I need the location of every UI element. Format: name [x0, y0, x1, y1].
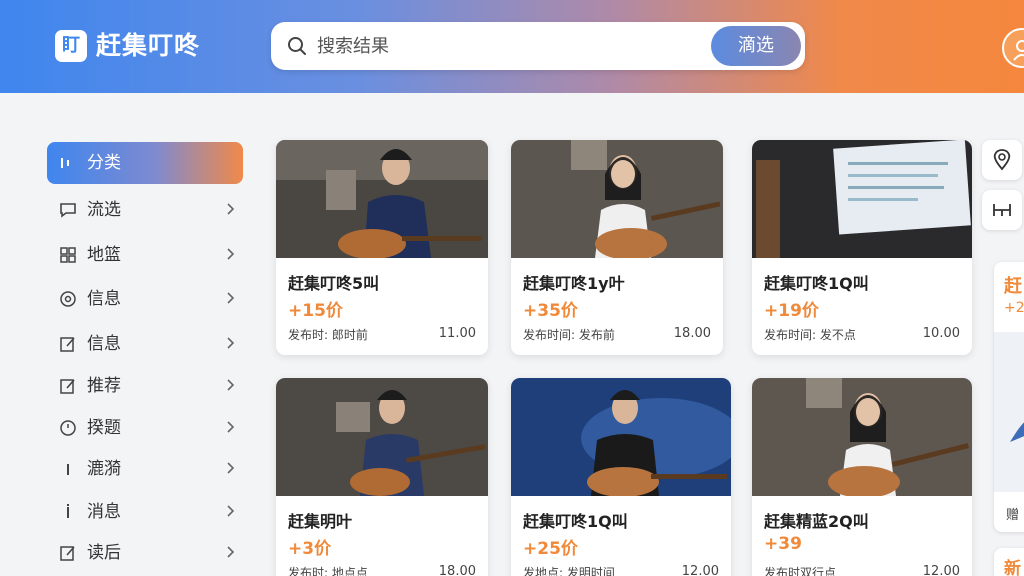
- listing-price: +19价: [764, 301, 819, 321]
- chevron-right-icon: [227, 462, 235, 474]
- search-bar: 滴选: [271, 22, 805, 70]
- apps-icon: [60, 247, 76, 263]
- listing-price: +3价: [288, 539, 332, 559]
- listing-price: +39: [764, 534, 802, 554]
- app-title: 赶集叮咚: [96, 31, 201, 60]
- clock-icon: [60, 420, 76, 436]
- chat-icon: [60, 203, 76, 218]
- listing-title: 赶集叮咚1Q叫: [523, 512, 628, 531]
- sidebar-item-label: 信息: [87, 289, 121, 309]
- sidebar-item-recommend[interactable]: 推荐: [47, 365, 243, 407]
- listing-amount: 11.00: [438, 326, 476, 341]
- listing-photo: [276, 378, 488, 496]
- listing-price: +25价: [523, 539, 578, 559]
- layout-button[interactable]: [982, 190, 1022, 230]
- sidebar-item-label: 地篮: [87, 245, 121, 265]
- listing-amount: 12.00: [922, 564, 960, 576]
- bar-icon: [67, 464, 69, 475]
- app-logo-icon: 盯: [55, 30, 87, 62]
- location-user-icon: [1013, 40, 1024, 61]
- sidebar-item-after[interactable]: 读后: [47, 532, 243, 574]
- chevron-right-icon: [227, 203, 235, 215]
- edit-icon: [60, 546, 75, 561]
- sidebar-item-info-2[interactable]: 信息: [47, 323, 243, 365]
- sidebar-item-topics[interactable]: 揆题: [47, 407, 243, 449]
- chevron-right-icon: [227, 248, 235, 260]
- chevron-right-icon: [227, 505, 235, 517]
- listing-card[interactable]: 赶集明叶 +3价 发布时: 地点点 18.00: [276, 378, 488, 576]
- side-listing-label: 新: [1004, 559, 1021, 576]
- listing-photo: [752, 378, 972, 496]
- search-icon: [288, 37, 306, 55]
- listing-photo: [511, 140, 723, 258]
- chevron-right-icon: [227, 379, 235, 391]
- sidebar-item-category[interactable]: 分类: [47, 142, 243, 184]
- listing-meta: 发地点: 发明时间: [523, 566, 615, 576]
- listing-title: 赶集明叶: [288, 512, 353, 531]
- user-avatar-button[interactable]: [1002, 28, 1024, 68]
- sidebar-item-label: 漉漪: [87, 459, 121, 479]
- sidebar-item-info[interactable]: 信息: [47, 278, 243, 320]
- sidebar-item-label: 信息: [87, 334, 121, 354]
- filter-button[interactable]: 滴选: [711, 26, 801, 66]
- listing-amount: 10.00: [922, 326, 960, 341]
- chevron-right-icon: [227, 337, 235, 349]
- side-listing-label: 赠: [1006, 508, 1020, 523]
- location-pin-icon: [993, 149, 1011, 171]
- sidebar-item-label: 分类: [87, 153, 121, 173]
- search-input[interactable]: [317, 31, 697, 61]
- listing-meta: 发布时间: 发布前: [523, 328, 615, 342]
- sidebar-item-messages[interactable]: 消息: [47, 491, 243, 533]
- sidebar-item-label: 流选: [87, 200, 121, 220]
- listing-price: +35价: [523, 301, 578, 321]
- side-listing-card[interactable]: 新: [994, 548, 1024, 576]
- edit-icon: [60, 337, 75, 352]
- listing-photo: [752, 140, 972, 258]
- listing-card[interactable]: 赶集叮咚1Q叫 +25价 发地点: 发明时间 12.00: [511, 378, 731, 576]
- listing-amount: 18.00: [673, 326, 711, 341]
- search-circle-icon: [60, 291, 76, 307]
- edit-icon: [60, 379, 75, 394]
- listing-amount: 18.00: [438, 564, 476, 576]
- listing-meta: 发布时双行点: [764, 566, 837, 576]
- sidebar-item-label: 推荐: [87, 376, 121, 396]
- sidebar-item-label: 读后: [87, 543, 121, 563]
- listing-price: +15价: [288, 301, 343, 321]
- listing-meta: 发布时: 地点点: [288, 566, 368, 576]
- listing-meta: 发布时: 郎时前: [288, 328, 368, 342]
- top-header: 盯 赶集叮咚 滴选: [0, 0, 1024, 93]
- sidebar-item-label: 消息: [87, 502, 121, 522]
- side-listing-photo: [994, 332, 1024, 492]
- grid-icon: [61, 158, 69, 168]
- listing-card[interactable]: 赶集叮咚1y叶 +35价 发布时间: 发布前 18.00: [511, 140, 723, 355]
- chevron-right-icon: [227, 546, 235, 558]
- listing-photo: [511, 378, 731, 496]
- listing-card[interactable]: 赶集叮咚5叫 +15价 发布时: 郎时前 11.00: [276, 140, 488, 355]
- sidebar-item-region[interactable]: 地篮: [47, 234, 243, 276]
- sidebar-item-label: 揆题: [87, 418, 121, 438]
- sidebar-item-filter[interactable]: 流选: [47, 189, 243, 231]
- side-listing-card[interactable]: 赶 +2 赠: [994, 262, 1024, 532]
- chevron-right-icon: [227, 292, 235, 304]
- listing-card[interactable]: 赶集叮咚1Q叫 +19价 发布时间: 发不点 10.00: [752, 140, 972, 355]
- side-listing-title: 赶: [1004, 276, 1022, 297]
- side-listing-price: +2: [1004, 300, 1024, 316]
- sidebar-item-ripple[interactable]: 漉漪: [47, 448, 243, 490]
- location-button[interactable]: [982, 140, 1022, 180]
- listing-title: 赶集精蓝2Q叫: [764, 512, 869, 531]
- listing-title: 赶集叮咚1y叶: [523, 274, 625, 293]
- listing-title: 赶集叮咚1Q叫: [764, 274, 869, 293]
- chevron-right-icon: [227, 421, 235, 433]
- listing-meta: 发布时间: 发不点: [764, 328, 856, 342]
- listing-card[interactable]: 赶集精蓝2Q叫 +39 发布时双行点 12.00: [752, 378, 972, 576]
- layout-icon: [993, 204, 1011, 216]
- listing-photo: [276, 140, 488, 258]
- listing-title: 赶集叮咚5叫: [288, 274, 380, 293]
- bar-icon: [67, 504, 69, 518]
- listing-amount: 12.00: [681, 564, 719, 576]
